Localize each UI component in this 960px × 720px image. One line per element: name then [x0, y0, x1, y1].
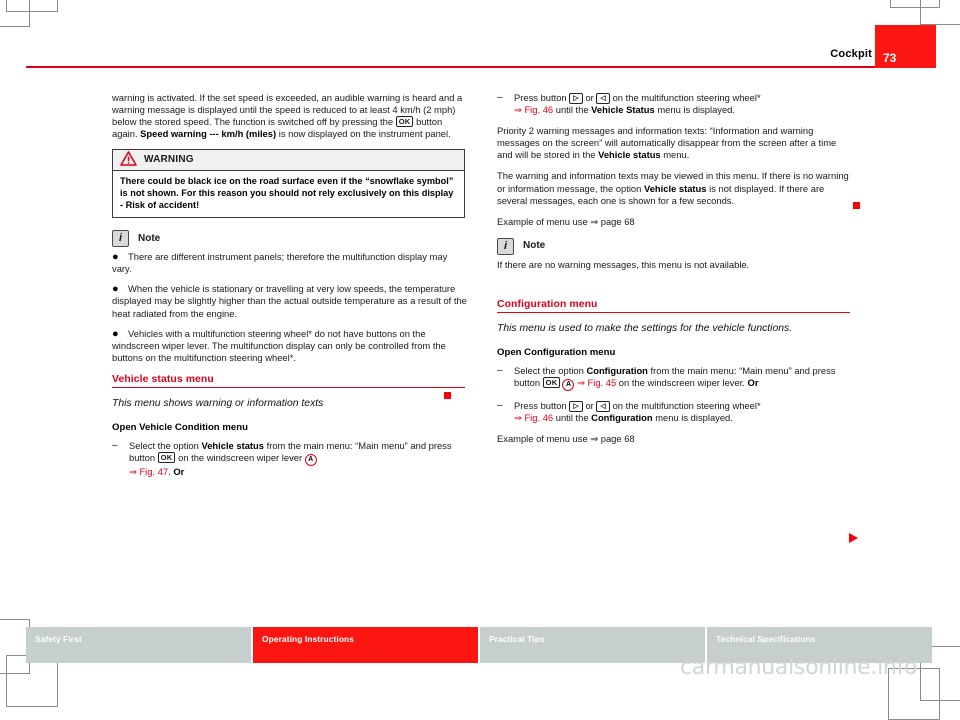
- intro-text-c: is now displayed on the instrument panel…: [276, 128, 451, 140]
- step-bold-1: Configuration: [591, 411, 653, 423]
- step-bold-1: Configuration: [586, 364, 648, 376]
- right-column: – Press button ▷ or ◁ on the multifunctio…: [497, 92, 860, 543]
- section-rule: [497, 312, 850, 314]
- step-press-button-configuration: – Press button ▷ or ◁ on the multifunctio…: [497, 400, 852, 424]
- step-bold-1: Vehicle status: [201, 439, 264, 451]
- step-text-5: menu is displayed.: [652, 411, 733, 423]
- section-subtitle: This menu shows warning or information t…: [112, 398, 324, 410]
- site-watermark: carmanualsonline.info: [680, 655, 918, 680]
- list-item: ● Vehicles with a multifunction steering …: [112, 328, 467, 364]
- note-heading: Note: [138, 232, 161, 244]
- step-text-1: Press button: [514, 399, 570, 411]
- paragraph-priority-2: Priority 2 warning messages and informat…: [497, 125, 852, 161]
- section-rule: [112, 387, 465, 389]
- red-triangle-marker: [849, 533, 858, 543]
- info-icon: i: [112, 230, 129, 248]
- step-text-5: menu is displayed.: [654, 104, 736, 116]
- step-bold-2: Or: [173, 465, 185, 477]
- step-text-4: until the: [553, 104, 592, 116]
- cross-reference-fig45[interactable]: ⇒ Fig. 45: [577, 377, 616, 388]
- callout-a-icon: A: [304, 453, 317, 466]
- cross-reference-fig46[interactable]: ⇒ Fig. 46: [514, 104, 553, 115]
- left-column: warning is activated. If the set speed i…: [112, 92, 467, 487]
- section-subtitle: This menu is used to make the settings f…: [497, 323, 793, 335]
- intro-paragraph: warning is activated. If the set speed i…: [112, 92, 467, 140]
- note-text: If there are no warning messages, this m…: [497, 258, 750, 270]
- step-text-3: on the multifunction steering wheel*: [609, 92, 761, 103]
- right-arrow-key-glyph: ▷: [569, 93, 583, 104]
- note-block-header: i Note: [497, 237, 852, 255]
- paragraph-warning-texts: The warning and information texts may be…: [497, 170, 852, 206]
- list-item: ● There are different instrument panels; …: [112, 251, 467, 275]
- example-menu-use-1: Example of menu use ⇒ page 68: [497, 215, 635, 227]
- left-arrow-key-glyph: ◁: [596, 93, 610, 104]
- left-arrow-key-glyph: ◁: [596, 400, 610, 412]
- paragraph-text-b: menu.: [660, 149, 690, 161]
- example-menu-use-2: Example of menu use ⇒ page 68: [497, 433, 635, 444]
- info-icon: i: [497, 237, 514, 255]
- step-dash-icon: –: [497, 92, 503, 103]
- ok-key-glyph: OK: [542, 376, 561, 388]
- section-subhead: Open Configuration menu: [497, 346, 616, 358]
- step-press-button-vehicle-status: – Press button ▷ or ◁ on the multifunctio…: [497, 92, 852, 116]
- cross-reference-fig47[interactable]: ⇒ Fig. 47: [129, 466, 168, 477]
- footer-tab-safety-first[interactable]: Safety First: [26, 627, 251, 663]
- step-bold-2: Or: [747, 376, 759, 388]
- warning-triangle-icon: [120, 151, 137, 169]
- ok-key-glyph: OK: [157, 451, 176, 463]
- note-heading: Note: [523, 240, 546, 252]
- step-select-configuration: – Select the option Configuration from th…: [497, 365, 852, 391]
- cross-reference-fig46[interactable]: ⇒ Fig. 46: [514, 412, 553, 423]
- step-bold-1: Vehicle Status: [591, 104, 655, 116]
- section-subhead: Open Vehicle Condition menu: [112, 421, 248, 433]
- speed-warning-term: Speed warning --- km/h (miles): [140, 128, 277, 140]
- step-text-3: on the windscreen wiper lever: [175, 451, 305, 463]
- step-text-1: Press button: [514, 92, 570, 103]
- page-number-block: 73: [875, 25, 936, 68]
- page-title: Cockpit: [830, 48, 872, 60]
- page-content: warning is activated. If the set speed i…: [0, 92, 960, 592]
- step-dash-icon: –: [497, 364, 503, 376]
- warning-box-header: WARNING: [113, 150, 464, 172]
- bullet-text: Vehicles with a multifunction steering w…: [112, 327, 446, 363]
- page-header: Cockpit 73: [0, 0, 960, 80]
- list-item: ● When the vehicle is stationary or trave…: [112, 283, 467, 319]
- bullet-dot-icon: ●: [112, 283, 119, 296]
- bullet-dot-icon: ●: [112, 251, 119, 264]
- footer-tab-operating-instructions[interactable]: Operating Instructions: [253, 627, 478, 663]
- footer-tab-practical-tips[interactable]: Practical Tips: [480, 627, 705, 663]
- step-open-vehicle-condition: – Select the option Vehicle status from t…: [112, 440, 467, 478]
- step-text-1: Select the option: [129, 439, 202, 451]
- bullet-text: There are different instrument panels; t…: [112, 251, 448, 275]
- callout-a-icon: A: [562, 378, 575, 391]
- step-text-2: or: [582, 92, 597, 103]
- vehicle-status-term: Vehicle status: [643, 182, 707, 194]
- step-text-3: on the windscreen wiper lever.: [616, 376, 748, 388]
- section-heading-configuration: Configuration menu: [497, 298, 598, 310]
- header-rule: [26, 66, 877, 68]
- note-bullet-list: ● There are different instrument panels; …: [112, 251, 467, 364]
- red-square-marker: [853, 202, 860, 209]
- step-dash-icon: –: [112, 439, 118, 451]
- red-square-marker: [444, 392, 451, 399]
- bullet-dot-icon: ●: [112, 327, 119, 340]
- step-text-4: until the: [553, 411, 592, 423]
- ok-key-glyph: OK: [395, 116, 414, 128]
- section-heading-vehicle-status: Vehicle status menu: [112, 373, 214, 385]
- warning-box-body: There could be black ice on the road sur…: [120, 176, 454, 210]
- step-text-3: on the multifunction steering wheel*: [609, 399, 761, 411]
- step-dash-icon: –: [497, 399, 503, 411]
- vehicle-status-term: Vehicle status: [598, 149, 661, 161]
- right-arrow-key-glyph: ▷: [569, 400, 583, 412]
- bullet-text: When the vehicle is stationary or travel…: [112, 283, 467, 319]
- warning-box: WARNING There could be black ice on the …: [112, 149, 465, 219]
- step-text-1: Select the option: [514, 364, 587, 376]
- warning-box-heading: WARNING: [144, 154, 194, 166]
- step-text-2: or: [582, 399, 597, 411]
- note-block-header: i Note: [112, 230, 467, 248]
- page-number: 73: [883, 51, 897, 65]
